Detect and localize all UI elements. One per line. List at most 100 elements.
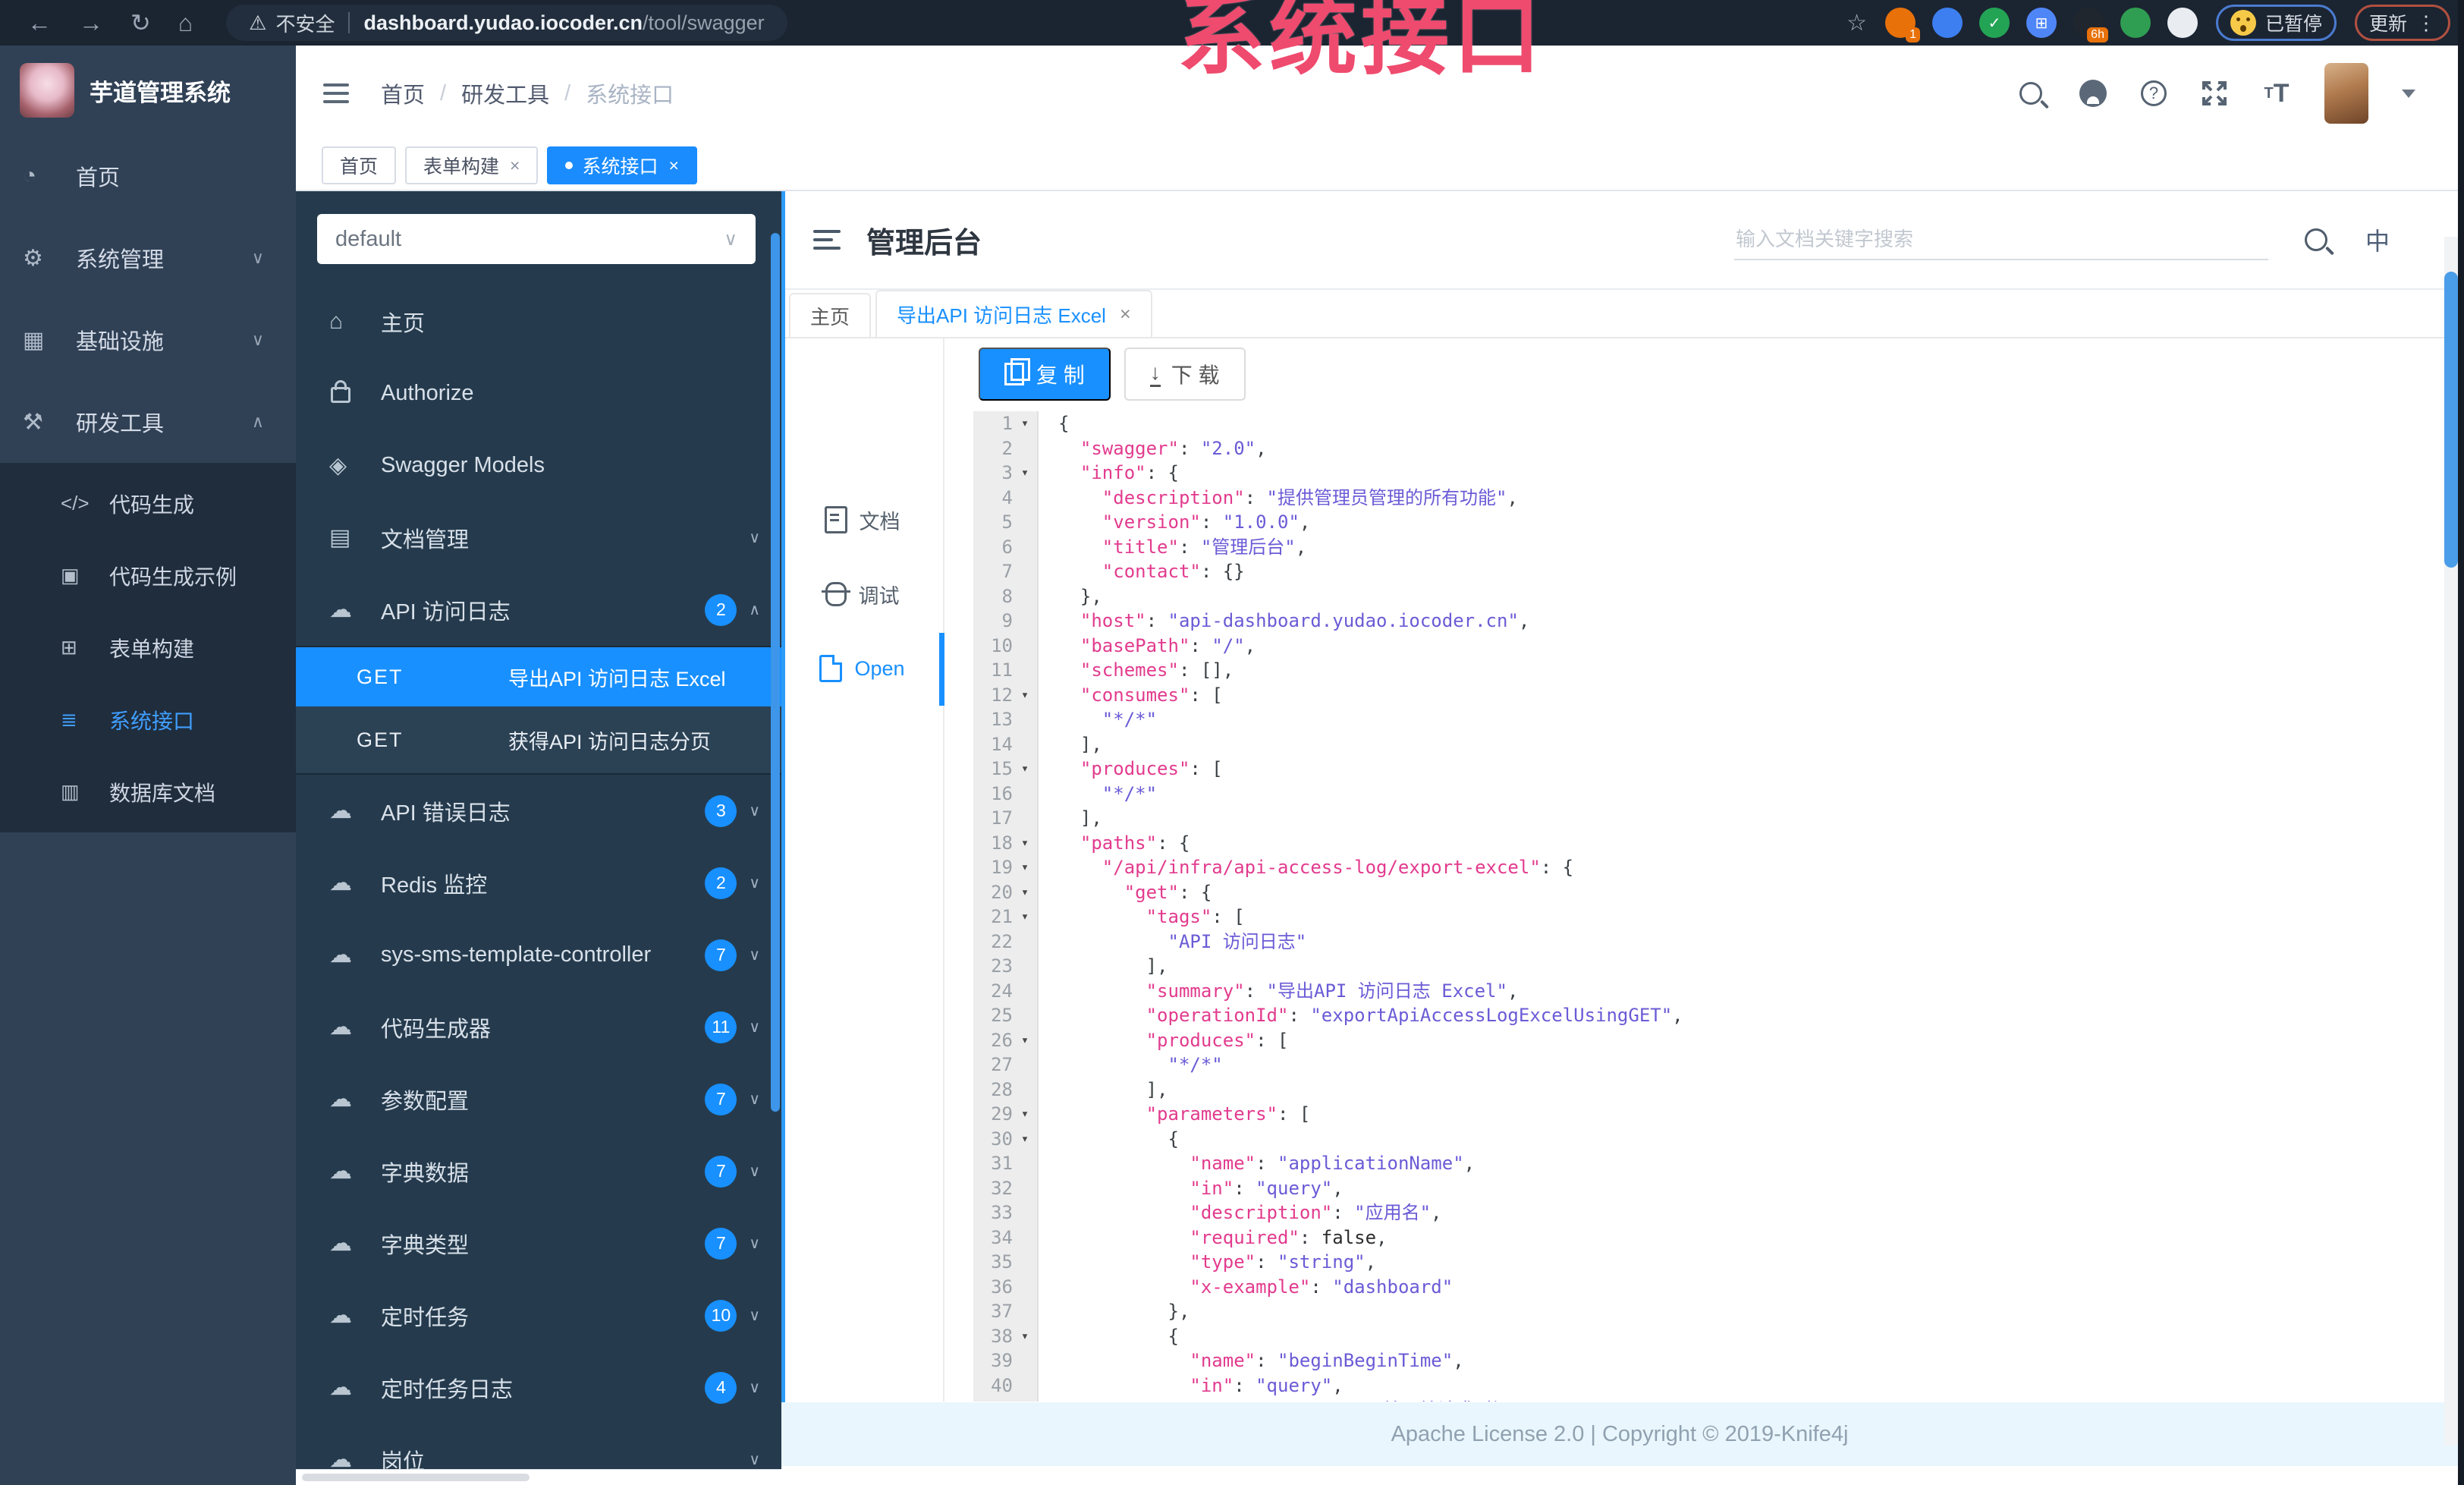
fold-icon[interactable]: ▾ — [1013, 1127, 1037, 1152]
reload-icon[interactable]: ↻ — [130, 0, 151, 46]
doc-search-icon[interactable] — [2302, 225, 2330, 254]
home-icon[interactable]: ⌂ — [178, 0, 193, 46]
vertical-scrollbar-thumb[interactable] — [2444, 272, 2458, 568]
logo-row[interactable]: 芋道管理系统 — [0, 46, 296, 135]
swagger-item-字典数据[interactable]: ☁ 字典数据 7 ∨ — [296, 1135, 781, 1207]
ext-green-check-icon[interactable]: ✓ — [1978, 8, 2010, 38]
json-editor[interactable]: 1 ▾{2 "swagger": "2.0", 3 ▾ "info": {4 "des… — [973, 411, 2432, 1402]
sidebar-item-研发工具[interactable]: ⚒ 研发工具 ∧ — [0, 381, 296, 463]
doc-nav-调试[interactable]: 调试 — [781, 557, 943, 631]
endpoint-获得API 访问日志分页[interactable]: GET 获得API 访问日志分页 — [296, 706, 781, 773]
swagger-item-字典类型[interactable]: ☁ 字典类型 7 ∨ — [296, 1207, 781, 1279]
fold-icon[interactable]: ▾ — [1013, 757, 1037, 782]
code-line: 13 "*/*" — [973, 707, 2432, 732]
swagger-item-Authorize[interactable]: Authorize — [296, 357, 781, 429]
fold-icon[interactable]: ▾ — [1013, 880, 1037, 905]
doc-nav-文档[interactable]: 文档 — [781, 483, 943, 557]
close-icon[interactable]: × — [510, 156, 520, 176]
fold-icon[interactable]: ▾ — [1013, 1102, 1037, 1127]
download-button[interactable]: ↓ 下 载 — [1124, 348, 1246, 401]
api-group-icon: ☁ — [329, 1087, 352, 1112]
sidebar-subitem-代码生成示例[interactable]: ▣ 代码生成示例 — [0, 540, 296, 612]
code-text: "*/*" — [1102, 709, 1158, 730]
user-avatar[interactable] — [2324, 63, 2368, 124]
line-number: 31 — [991, 1153, 1013, 1174]
swagger-item-sys-sms-template-controller[interactable]: ☁ sys-sms-template-controller 7 ∨ — [296, 919, 781, 991]
search-icon[interactable] — [2016, 79, 2045, 108]
sidebar-item-基础设施[interactable]: ▦ 基础设施 ∨ — [0, 299, 296, 381]
endpoint-导出API 访问日志 Excel[interactable]: GET 导出API 访问日志 Excel — [296, 647, 781, 706]
collapse-sidebar-icon[interactable] — [323, 78, 349, 109]
line-number: 34 — [991, 1226, 1013, 1248]
doc-nav-Open[interactable]: Open — [781, 631, 943, 706]
form-builder-icon: ⊞ — [61, 636, 77, 659]
fold-icon[interactable]: ▾ — [1013, 1324, 1037, 1349]
close-icon[interactable]: × — [1120, 304, 1131, 326]
api-group-select[interactable]: default ∨ — [317, 214, 756, 264]
fold-icon[interactable]: ▾ — [1013, 831, 1037, 856]
ext-light-icon[interactable] — [2167, 8, 2198, 38]
chevron-down-icon[interactable] — [2402, 89, 2415, 98]
ext-dark-icon[interactable]: 6h — [2073, 8, 2108, 42]
view-tab-表单构建[interactable]: 表单构建 × — [405, 146, 539, 184]
ext-grid-icon[interactable]: ⊞ — [2026, 8, 2057, 38]
ext-orange-icon[interactable]: 1 — [1884, 8, 1920, 42]
horizontal-scrollbar[interactable] — [296, 1469, 781, 1485]
language-icon[interactable]: 中 — [2365, 222, 2390, 257]
bookmark-star-icon[interactable]: ☆ — [1846, 10, 1867, 36]
fold-icon[interactable]: ▾ — [1013, 855, 1037, 880]
view-tab-首页[interactable]: 首页 — [322, 146, 397, 184]
menu-dots-icon[interactable]: ⋮ — [2416, 11, 2436, 35]
file-icon — [819, 655, 843, 682]
swagger-item-代码生成器[interactable]: ☁ 代码生成器 11 ∨ — [296, 991, 781, 1063]
security-label[interactable]: 不安全 — [275, 9, 335, 37]
swagger-item-API 访问日志[interactable]: ☁ API 访问日志 2 ∧ — [296, 574, 781, 646]
doc-collapse-icon[interactable] — [813, 225, 841, 255]
breadcrumb-devtools[interactable]: 研发工具 — [461, 77, 549, 109]
fold-icon[interactable]: ▾ — [1013, 905, 1037, 930]
sidebar-subitem-系统接口[interactable]: ≣ 系统接口 — [0, 684, 296, 756]
ext-green-icon[interactable] — [2120, 8, 2151, 38]
doc-tab-导出API 访问日志 Excel[interactable]: 导出API 访问日志 Excel × — [875, 290, 1152, 337]
swagger-scrollbar-thumb[interactable] — [771, 233, 780, 1112]
view-tab-系统接口[interactable]: 系统接口 × — [547, 146, 697, 184]
ext-blue-icon[interactable] — [1931, 8, 1963, 38]
horizontal-scrollbar-thumb[interactable] — [302, 1474, 530, 1481]
sidebar-subitem-代码生成[interactable]: </> 代码生成 — [0, 467, 296, 540]
swagger-item-主页[interactable]: ⌂ 主页 — [296, 285, 781, 357]
github-icon[interactable] — [2079, 79, 2107, 108]
fold-icon[interactable]: ▾ — [1013, 461, 1037, 486]
breadcrumb-home[interactable]: 首页 — [381, 77, 425, 109]
swagger-item-文档管理[interactable]: ▤ 文档管理 ∨ — [296, 502, 781, 574]
fold-icon[interactable]: ▾ — [1013, 683, 1037, 708]
swagger-item-参数配置[interactable]: ☁ 参数配置 7 ∨ — [296, 1063, 781, 1135]
copy-button[interactable]: 复 制 — [979, 348, 1111, 401]
address-bar[interactable]: ⚠ 不安全 dashboard.yudao.iocoder.cn /tool/s… — [226, 5, 787, 41]
sidebar-subitem-表单构建[interactable]: ⊞ 表单构建 — [0, 612, 296, 684]
fold-icon[interactable]: ▾ — [1013, 411, 1037, 436]
back-icon[interactable]: ← — [27, 0, 52, 46]
fold-icon[interactable]: ▾ — [1013, 1028, 1037, 1053]
close-icon[interactable]: × — [668, 156, 678, 176]
sidebar-item-系统管理[interactable]: ⚙ 系统管理 ∨ — [0, 217, 296, 299]
font-size-icon[interactable]: TT — [2262, 79, 2291, 108]
swagger-item-定时任务日志[interactable]: ☁ 定时任务日志 4 ∨ — [296, 1351, 781, 1424]
select-value: default — [335, 226, 402, 251]
app-sidebar: 芋道管理系统 ◔ 首页 ⚙ 系统管理 ∨ ▦ 基础设施 ∨ ⚒ 研发工具 ∧ </> 代码生成 ▣ 代码生成… — [0, 46, 296, 1485]
vertical-scrollbar[interactable] — [2444, 237, 2458, 1446]
sidebar-item-首页[interactable]: ◔ 首页 — [0, 135, 296, 217]
doc-search-input[interactable] — [1733, 219, 2268, 260]
swagger-item-定时任务[interactable]: ☁ 定时任务 10 ∨ — [296, 1279, 781, 1351]
help-icon[interactable]: ? — [2141, 80, 2167, 106]
swagger-item-岗位[interactable]: ☁ 岗位 ∨ — [296, 1424, 781, 1469]
forward-icon[interactable]: → — [79, 0, 103, 46]
profile-paused-pill[interactable]: 已暂停 — [2215, 5, 2337, 41]
fullscreen-icon[interactable] — [2200, 79, 2229, 108]
doc-tab-主页[interactable]: 主页 — [789, 293, 872, 337]
swagger-item-Swagger Models[interactable]: ◈ Swagger Models — [296, 429, 781, 502]
sidebar-subitem-数据库文档[interactable]: ▥ 数据库文档 — [0, 756, 296, 828]
swagger-item-API 错误日志[interactable]: ☁ API 错误日志 3 ∨ — [296, 775, 781, 847]
update-button[interactable]: 更新 ⋮ — [2354, 5, 2450, 41]
swagger-item-Redis 监控[interactable]: ☁ Redis 监控 2 ∨ — [296, 847, 781, 919]
sidebar-item-label: 数据库文档 — [109, 781, 216, 805]
